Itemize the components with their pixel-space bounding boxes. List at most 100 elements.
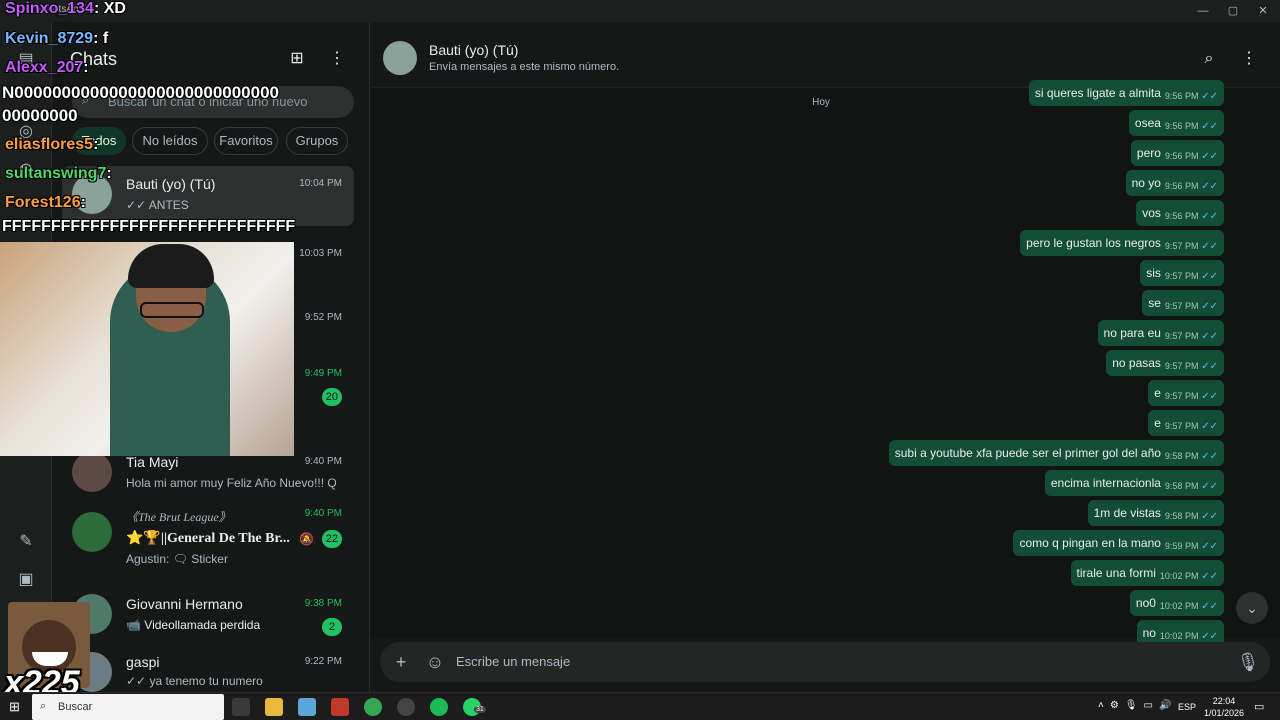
kebab-menu-icon[interactable]: ⋮ (1238, 48, 1260, 70)
message-meta: 9:58 PM ✓✓ (1165, 440, 1218, 473)
message-meta: 9:56 PM ✓✓ (1165, 170, 1218, 203)
new-chat-icon[interactable]: ⊞ (286, 48, 308, 70)
chat-time: 9:49 PM (304, 368, 342, 379)
task-view-icon[interactable] (232, 698, 250, 716)
message-bubble[interactable]: encima internacionla 9:58 PM ✓✓ (1044, 470, 1224, 496)
scroll-down-icon[interactable]: ⌄ (1236, 592, 1268, 624)
obs-icon[interactable] (397, 698, 415, 716)
read-ticks-icon: ✓✓ (1198, 91, 1218, 102)
windows-start-icon[interactable]: ⊞ (9, 699, 20, 715)
message-time: 10:02 PM (1159, 571, 1199, 581)
whatsapp-badge: 31 (474, 706, 486, 713)
message-bubble[interactable]: tirale una formi 10:02 PM ✓✓ (1070, 560, 1224, 586)
message-meta: 9:56 PM ✓✓ (1165, 110, 1218, 143)
search-icon: ⌕ (40, 700, 47, 712)
message-bubble[interactable]: si queres ligate a almita 9:56 PM ✓✓ (1028, 80, 1224, 106)
stream-chat-line: Kevin_8729: f (5, 30, 109, 47)
message-text: e (1154, 386, 1161, 400)
message-bubble[interactable]: no0 10:02 PM ✓✓ (1129, 590, 1224, 616)
notepad-icon[interactable] (298, 698, 316, 716)
filter-favoritos[interactable]: Favoritos (214, 127, 278, 155)
message-bubble[interactable]: vos 9:56 PM ✓✓ (1136, 200, 1224, 226)
message-time: 9:57 PM (1164, 391, 1199, 401)
avatar (72, 512, 112, 552)
chat-row-gaspi[interactable]: gaspi ✓✓ ya tenemo tu numero 9:22 PM (62, 648, 354, 692)
media-icon[interactable]: ▣ (14, 568, 38, 592)
chat-row-giovanni[interactable]: Giovanni Hermano 📹 Videollamada perdida … (62, 586, 354, 646)
message-bubble[interactable]: no para eu 9:57 PM ✓✓ (1097, 320, 1224, 346)
microphone-icon[interactable]: 🎙 (1236, 650, 1260, 674)
message-text: encima internacionla (1050, 476, 1161, 490)
message-meta: 9:57 PM ✓✓ (1165, 380, 1218, 413)
message-meta: 9:56 PM ✓✓ (1165, 80, 1218, 113)
message-bubble[interactable]: pero le gustan los negros 9:57 PM ✓✓ (1020, 230, 1224, 256)
message-time: 9:57 PM (1164, 271, 1199, 281)
minimize-icon[interactable]: — (1188, 2, 1218, 20)
stream-chat-line: FFFFFFFFFFFFFFFFFFFFFFFFFFFFFF (2, 218, 296, 235)
chat-time: 9:52 PM (304, 312, 342, 323)
message-meta: 9:57 PM ✓✓ (1165, 350, 1218, 383)
message-meta: 9:57 PM ✓✓ (1165, 320, 1218, 353)
clock-time[interactable]: 22:04 (1208, 696, 1240, 706)
read-ticks-icon: ✓✓ (1198, 631, 1218, 642)
chat-time: 10:04 PM (299, 178, 342, 189)
message-bubble[interactable]: e 9:57 PM ✓✓ (1148, 410, 1224, 436)
message-bubble[interactable]: pero 9:56 PM ✓✓ (1130, 140, 1224, 166)
message-time: 9:57 PM (1164, 301, 1199, 311)
message-bubble[interactable]: no pasas 9:57 PM ✓✓ (1106, 350, 1224, 376)
file-explorer-icon[interactable] (265, 698, 283, 716)
message-time: 9:57 PM (1164, 421, 1199, 431)
message-bubble[interactable]: como q pingan en la mano 9:59 PM ✓✓ (1013, 530, 1224, 556)
chat-row-brut-league[interactable]: 《The Brut League》 ⭐🏆||General De The Br.… (62, 504, 354, 574)
close-icon[interactable]: ✕ (1248, 2, 1278, 20)
message-bubble[interactable]: no yo 9:56 PM ✓✓ (1125, 170, 1224, 196)
read-ticks-icon: ✓✓ (1198, 181, 1218, 192)
chat-name: Bauti (yo) (Tú) (126, 176, 216, 192)
attach-plus-icon[interactable]: + (389, 650, 413, 674)
chat-preview: Hola mi amor muy Feliz Año Nuevo!!! Q... (126, 476, 336, 490)
read-ticks-icon: ✓✓ (1198, 151, 1218, 162)
window-titlebar (0, 0, 1280, 22)
avatar[interactable] (383, 41, 417, 75)
filter-grupos[interactable]: Grupos (286, 127, 348, 155)
message-meta: 10:02 PM ✓✓ (1160, 560, 1218, 593)
app-icon[interactable] (331, 698, 349, 716)
read-ticks-icon: ✓✓ (1198, 271, 1218, 282)
message-meta: 9:58 PM ✓✓ (1165, 500, 1218, 533)
emoji-icon[interactable]: ☺ (423, 650, 447, 674)
message-bubble[interactable]: sis 9:57 PM ✓✓ (1140, 260, 1224, 286)
stream-chat-line: Spinxo_134: XD (5, 0, 126, 17)
streamer-glasses (140, 302, 204, 318)
filter-no-leidos[interactable]: No leídos (132, 127, 208, 155)
tray-icons[interactable]: ˄⚙🎙▭🔊 (1098, 700, 1177, 711)
stream-chat-line: Forest126: (5, 194, 86, 211)
clock-date[interactable]: 1/01/2026 (1200, 708, 1248, 718)
chrome-icon[interactable] (364, 698, 382, 716)
message-bubble[interactable]: 1m de vistas 9:58 PM ✓✓ (1087, 500, 1224, 526)
message-bubble[interactable]: osea 9:56 PM ✓✓ (1128, 110, 1224, 136)
read-ticks-icon: ✓✓ (1198, 331, 1218, 342)
search-icon[interactable]: ⌕ (1198, 48, 1220, 70)
message-input-placeholder[interactable]: Escribe un mensaje (456, 654, 570, 669)
starred-icon[interactable]: ✎ (14, 530, 38, 554)
message-text: se (1148, 296, 1161, 310)
language-indicator[interactable]: ESP (1178, 702, 1196, 712)
conversation-name[interactable]: Bauti (yo) (Tú) (429, 42, 518, 58)
message-bubble[interactable]: subi a youtube xfa puede ser el primer g… (888, 440, 1224, 466)
spotify-icon[interactable] (430, 698, 448, 716)
chat-name: ⭐🏆||General De The Br... (126, 531, 290, 546)
message-time: 9:57 PM (1164, 241, 1199, 251)
message-time: 9:58 PM (1164, 451, 1199, 461)
message-bubble[interactable]: e 9:57 PM ✓✓ (1148, 380, 1224, 406)
read-ticks-icon: ✓✓ (1198, 241, 1218, 252)
day-label: Hoy (812, 97, 830, 108)
chat-name: gaspi (126, 654, 160, 670)
message-time: 9:58 PM (1164, 511, 1199, 521)
maximize-icon[interactable]: ▢ (1218, 2, 1248, 20)
notifications-icon[interactable]: ▭ (1254, 700, 1264, 713)
message-bubble[interactable]: se 9:57 PM ✓✓ (1142, 290, 1224, 316)
message-meta: 9:56 PM ✓✓ (1165, 200, 1218, 233)
kebab-menu-icon[interactable]: ⋮ (326, 48, 348, 70)
message-time: 9:56 PM (1164, 151, 1199, 161)
read-ticks-icon: ✓✓ (1198, 451, 1218, 462)
